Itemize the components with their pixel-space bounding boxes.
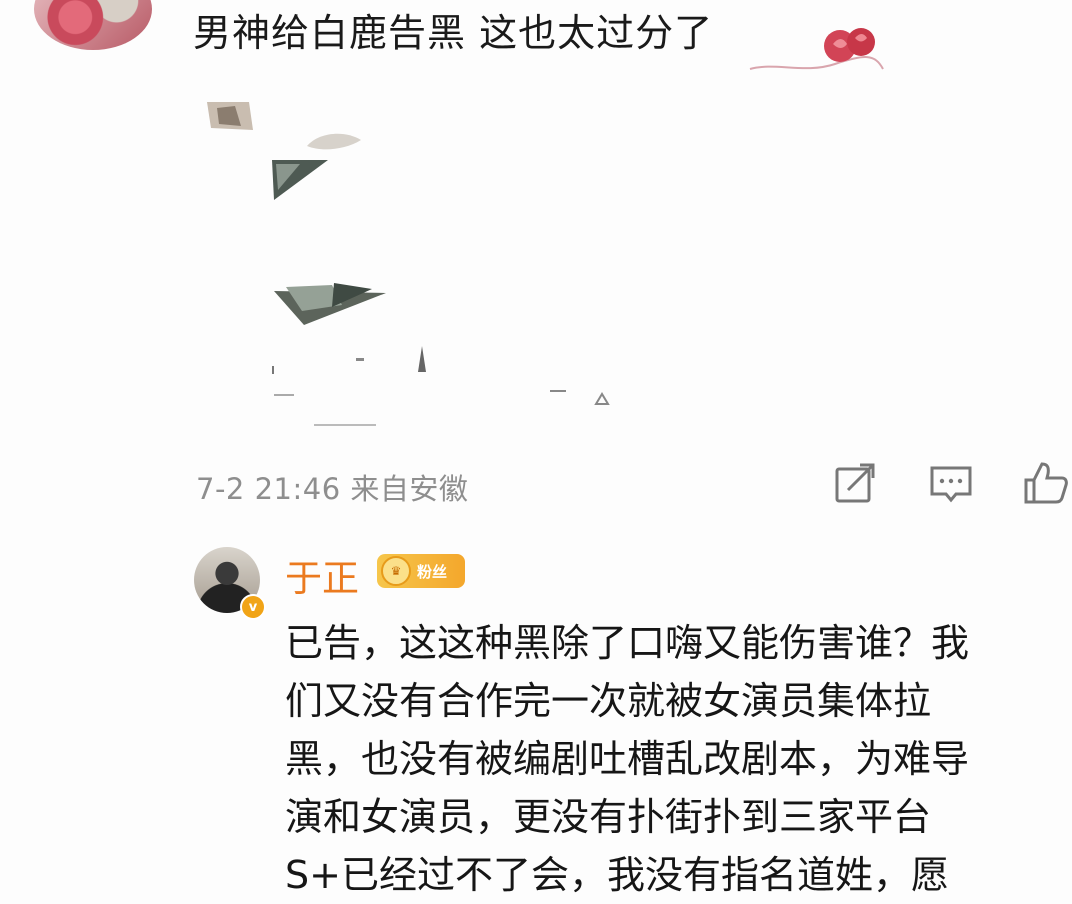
share-icon	[835, 463, 875, 503]
image-fragment	[274, 283, 386, 325]
crown-icon: ♛	[381, 556, 411, 586]
reply-text-line: 黑，也没有被编剧吐槽乱改剧本，为难导	[285, 737, 970, 781]
like-button[interactable]	[1022, 460, 1068, 506]
like-icon	[1024, 462, 1068, 504]
comment-button[interactable]	[928, 460, 974, 506]
reply-text: 已告，这这种黑除了口嗨又能伤害谁？我 们又没有合作完一次就被女演员集体拉 黑，也…	[285, 614, 1072, 904]
reply-text-line: 已告，这这种黑除了口嗨又能伤害谁？我	[285, 621, 970, 665]
reply-text-line: S+已经过不了会，我没有指名道姓，愿	[285, 853, 949, 897]
verified-badge-icon: v	[240, 594, 266, 620]
post-timestamp: 7-2 21:46 来自安徽	[196, 472, 469, 506]
comment-icon	[930, 466, 972, 503]
image-fragment	[272, 160, 328, 200]
image-fragment	[307, 133, 361, 150]
post-text: 男神给白鹿告黑 这也太过分了	[193, 11, 714, 55]
image-fragment	[272, 346, 426, 374]
fan-badge[interactable]: ♛ 粉丝	[377, 554, 465, 588]
rose-decoration-icon	[749, 28, 884, 70]
reply-text-line: 们又没有合作完一次就被女演员集体拉	[285, 679, 932, 723]
reply-text-line: 演和女演员，更没有扑街扑到三家平台	[285, 795, 932, 839]
image-fragment	[207, 102, 253, 130]
image-fragment	[274, 390, 610, 426]
fan-badge-label: 粉丝	[417, 562, 448, 581]
avatar[interactable]	[34, 0, 152, 50]
reply-username[interactable]: 于正	[285, 548, 359, 602]
share-button[interactable]	[832, 460, 878, 506]
